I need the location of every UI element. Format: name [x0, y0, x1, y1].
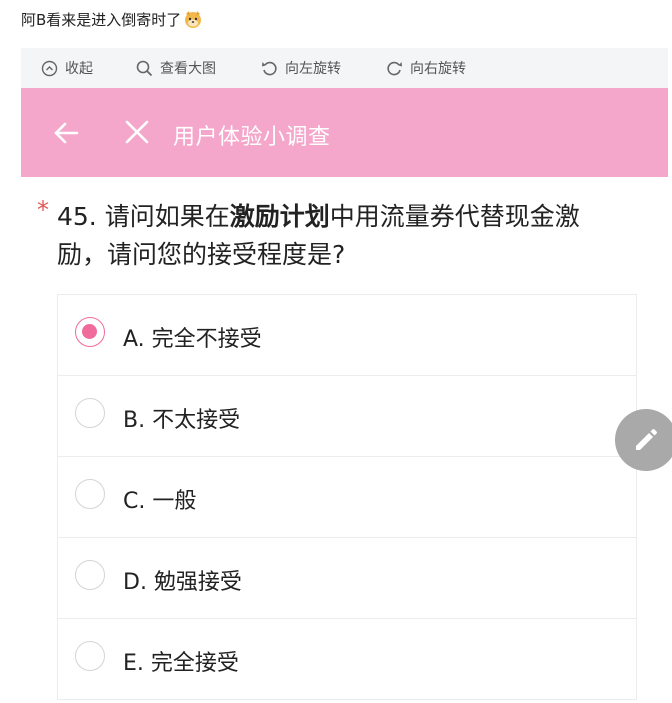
option-label: E. 完全接受: [123, 651, 239, 676]
question-bold: 激励计划: [229, 202, 330, 231]
question-prefix: 45. 请问如果在: [57, 202, 230, 231]
view-large-label: 查看大图: [160, 61, 216, 77]
rotate-right-button[interactable]: 向右旋转: [386, 58, 466, 78]
option-e[interactable]: E. 完全接受: [58, 619, 636, 700]
radio-icon[interactable]: [75, 398, 105, 428]
survey-header: 用户体验小调查: [21, 88, 668, 177]
rotate-right-label: 向右旋转: [410, 61, 466, 77]
collapse-button[interactable]: 收起: [41, 58, 93, 78]
post-text: 阿B看来是进入倒寄时了: [21, 10, 182, 29]
shiba-dog-emoji-icon: [183, 9, 203, 29]
pencil-icon: [636, 429, 657, 450]
radio-icon[interactable]: [75, 560, 105, 590]
radio-icon[interactable]: [75, 641, 105, 671]
rotate-left-icon: [262, 61, 277, 75]
rotate-right-icon: [387, 61, 402, 75]
search-icon: [136, 60, 153, 76]
back-arrow-icon[interactable]: [51, 118, 81, 148]
option-label: C. 一般: [123, 489, 197, 514]
radio-selected-icon[interactable]: [75, 317, 105, 347]
collapse-label: 收起: [65, 61, 93, 77]
edit-fab-button[interactable]: [615, 409, 672, 471]
required-mark: *: [37, 196, 49, 224]
image-viewer-toolbar: 收起 查看大图 向左旋转 向右旋转: [21, 48, 668, 88]
collapse-icon: [41, 60, 58, 76]
option-label: A. 完全不接受: [123, 327, 262, 352]
option-c[interactable]: C. 一般: [58, 457, 636, 538]
question-text: 45. 请问如果在激励计划中用流量券代替现金激励，请问您的接受程度是?: [57, 198, 627, 274]
radio-icon[interactable]: [75, 479, 105, 509]
post-text-line: 阿B看来是进入倒寄时了: [21, 8, 203, 30]
option-b[interactable]: B. 不太接受: [58, 376, 636, 457]
answer-options: A. 完全不接受 B. 不太接受 C. 一般 D. 勉强接受 E. 完全接受: [57, 294, 637, 700]
survey-title: 用户体验小调查: [173, 125, 331, 150]
option-d[interactable]: D. 勉强接受: [58, 538, 636, 619]
close-icon[interactable]: [124, 119, 150, 145]
option-label: D. 勉强接受: [123, 570, 242, 595]
rotate-left-button[interactable]: 向左旋转: [261, 58, 341, 78]
rotate-left-label: 向左旋转: [285, 61, 341, 77]
option-label: B. 不太接受: [123, 408, 241, 433]
view-large-button[interactable]: 查看大图: [136, 58, 216, 78]
option-a[interactable]: A. 完全不接受: [58, 295, 636, 376]
